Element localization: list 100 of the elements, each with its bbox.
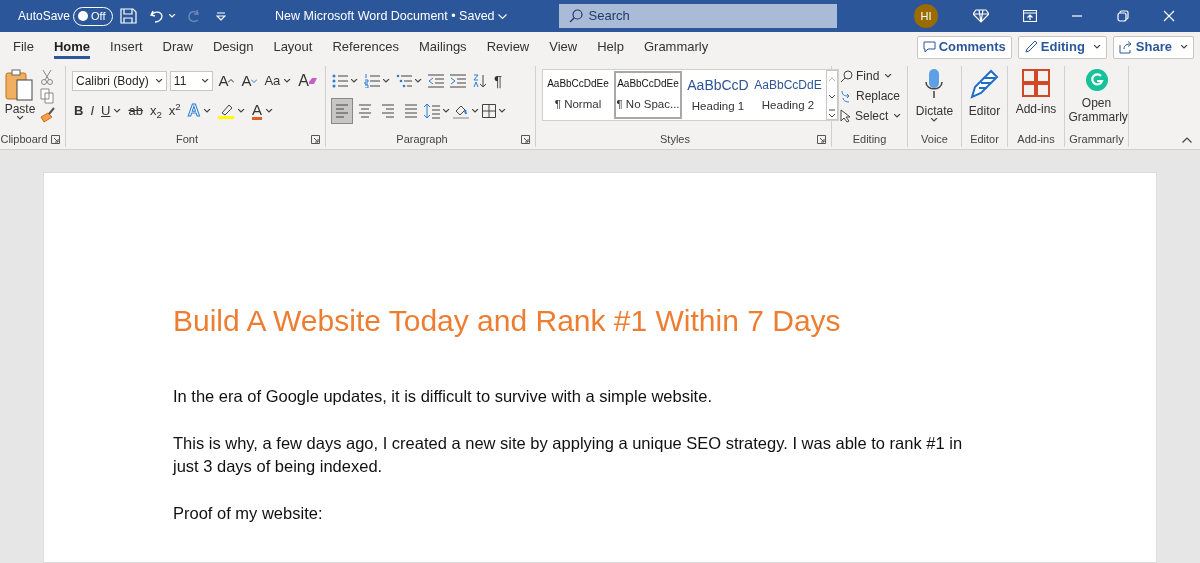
caret-icon	[204, 109, 212, 113]
pen-icon	[969, 68, 1000, 100]
dialog-launcher-icon[interactable]	[817, 135, 826, 144]
select-button[interactable]: Select	[838, 106, 901, 126]
caret-icon	[284, 79, 292, 83]
underline-button[interactable]: U	[99, 99, 124, 123]
caret-icon	[238, 109, 246, 113]
ribbon-tab[interactable]: Design	[202, 32, 264, 62]
share-button[interactable]: Share	[1112, 35, 1194, 59]
clear-formatting-button[interactable]: A	[296, 69, 319, 93]
dialog-launcher-icon[interactable]	[51, 135, 60, 144]
ribbon-tab[interactable]: Grammarly	[633, 32, 719, 62]
add-ins-button[interactable]: Add-ins	[1011, 66, 1061, 132]
microphone-icon	[924, 68, 945, 100]
pencil-icon	[1023, 40, 1038, 54]
present-icon[interactable]	[1023, 10, 1037, 22]
caret-icon	[894, 114, 902, 118]
bold-button[interactable]: B	[72, 99, 86, 123]
subscript-button[interactable]: x$_{2}$	[147, 99, 164, 123]
style-option[interactable]: AaBbCcDdE Heading 2	[754, 71, 822, 119]
caret-icon[interactable]	[169, 14, 177, 18]
dialog-launcher-icon[interactable]	[311, 135, 320, 144]
shading-button[interactable]	[453, 103, 479, 119]
ribbon-tab[interactable]: View	[539, 32, 588, 62]
dialog-launcher-icon[interactable]	[521, 135, 530, 144]
scissors-icon[interactable]	[40, 69, 54, 85]
document-paragraph: In the era of Google updates, it is difficult to survive with a simple website.	[173, 386, 713, 407]
ribbon-tab[interactable]: Help	[587, 32, 634, 62]
style-option[interactable]: AaBbCcDdEe ¶ No Spac...	[614, 71, 682, 119]
down-mark-icon	[251, 79, 258, 83]
group-label: Editor	[970, 132, 999, 147]
ribbon-tab[interactable]: File	[3, 32, 44, 62]
document-paragraph: This is why, a few days ago, I created a new site by applying a unique SEO strategy. I was able to rank #1 in just 3 days of being indexed.	[173, 433, 964, 477]
pilcrow-button[interactable]: ¶	[492, 69, 505, 93]
ribbon-tab[interactable]: Draw	[152, 32, 203, 62]
comments-button[interactable]: Comments	[916, 35, 1012, 59]
caret-icon	[1181, 45, 1188, 49]
bullet-list-icon	[332, 74, 348, 88]
ribbon-tab[interactable]: Layout	[263, 32, 323, 62]
font-name-dropdown[interactable]: Calibri (Body)	[72, 71, 167, 91]
italic-button[interactable]: I	[88, 99, 96, 123]
autosave-label: AutoSave	[18, 8, 71, 25]
ribbon-tab[interactable]: References	[322, 32, 409, 62]
style-option[interactable]: AaBbCcDdEe ¶ Normal	[544, 71, 612, 119]
caret-icon	[885, 74, 893, 78]
customize-icon[interactable]	[216, 11, 227, 21]
replace-button[interactable]: Replace	[838, 86, 901, 106]
search-icon	[840, 69, 853, 83]
alignment-icon	[382, 103, 394, 119]
caret-icon	[155, 79, 163, 83]
share-icon	[1118, 40, 1133, 54]
caret-icon	[443, 109, 450, 113]
superscript-button[interactable]: x$^{2}$	[166, 99, 183, 123]
style-option[interactable]: AaBbCcD Heading 1	[684, 71, 752, 119]
find-button[interactable]: Find	[838, 66, 901, 86]
close-icon[interactable]	[1163, 10, 1175, 22]
up-mark-icon	[228, 79, 235, 83]
shrink-font-button[interactable]: A	[239, 69, 260, 93]
group-label: Editing	[852, 132, 887, 147]
change-case-button[interactable]: Aa	[262, 69, 294, 93]
group-label: Voice	[921, 132, 948, 147]
ribbon-tab[interactable]: Review	[476, 32, 540, 62]
save-icon[interactable]	[119, 7, 138, 25]
search-field[interactable]: Search	[558, 4, 837, 28]
paste-button[interactable]: Paste	[0, 66, 40, 132]
alignment-icon	[405, 103, 417, 119]
clipboard-icon	[4, 68, 36, 102]
diamond-icon[interactable]	[973, 9, 989, 23]
multilevel-list-icon	[396, 74, 412, 88]
caret-icon	[499, 109, 506, 113]
grow-font-button[interactable]: A	[216, 69, 237, 93]
multilevel-list-button[interactable]	[396, 74, 422, 88]
strikethrough-button[interactable]: ab	[126, 99, 145, 123]
caret-icon	[114, 109, 122, 113]
editor-button[interactable]: Editor	[964, 66, 1005, 132]
document-title[interactable]: New Microsoft Word Document • Saved	[275, 6, 507, 26]
paint-bucket-icon	[453, 103, 469, 119]
restore-icon[interactable]	[1117, 10, 1129, 22]
sort-icon[interactable]	[472, 74, 486, 88]
numbering-button[interactable]	[364, 74, 390, 88]
caret-icon	[266, 109, 274, 113]
borders-button[interactable]	[482, 104, 506, 118]
numbered-list-icon	[364, 74, 380, 88]
bullets-button[interactable]	[332, 74, 358, 88]
ribbon-tab[interactable]: Home	[43, 32, 101, 62]
format-painter-icon[interactable]	[40, 107, 56, 123]
undo-icon[interactable]	[149, 8, 166, 24]
dictate-button[interactable]: Dictate	[911, 66, 958, 132]
comment-icon	[922, 41, 936, 53]
avatar[interactable]: HI	[914, 4, 938, 28]
mode-dropdown[interactable]: Editing	[1017, 35, 1107, 59]
collapse-ribbon-icon[interactable]	[1182, 137, 1192, 143]
caret-icon	[931, 118, 938, 123]
borders-icon	[482, 104, 496, 118]
font-size-dropdown[interactable]: 11	[169, 71, 214, 91]
font-color-button[interactable]: A	[250, 99, 276, 123]
ribbon-tab[interactable]: Mailings	[408, 32, 477, 62]
line-spacing-button[interactable]	[424, 103, 450, 119]
open-grammarly-button[interactable]: Open Grammarly	[1064, 66, 1129, 132]
ribbon-tab[interactable]: Insert	[100, 32, 153, 62]
